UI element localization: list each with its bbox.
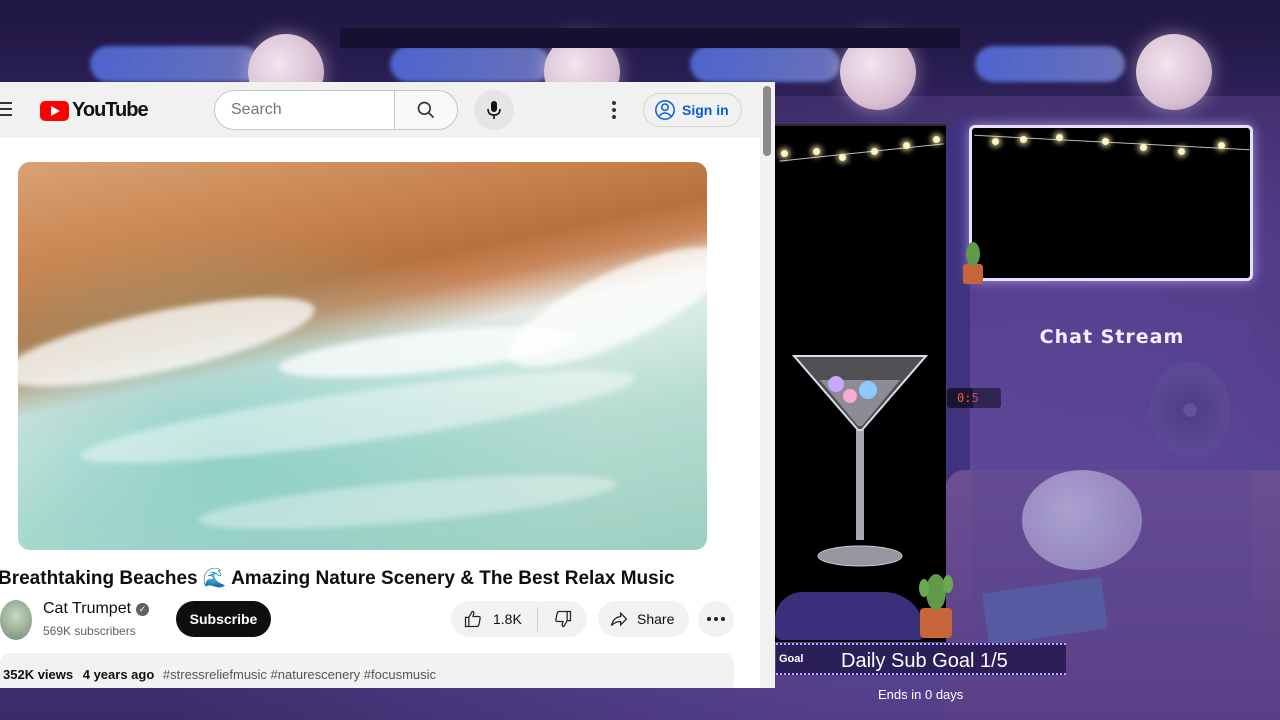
- youtube-window: YouTube Sign in: [0, 82, 775, 688]
- share-label: Share: [637, 611, 675, 627]
- fairy-light: [1140, 144, 1147, 151]
- channel-name: Cat Trumpet: [43, 600, 132, 617]
- subscribe-button[interactable]: Subscribe: [176, 601, 271, 637]
- fairy-light: [1102, 138, 1109, 145]
- youtube-topbar: YouTube Sign in: [0, 82, 760, 138]
- like-button[interactable]: 1.8K: [451, 601, 537, 637]
- channel-avatar[interactable]: [0, 600, 32, 640]
- sleeping-cat: [775, 592, 925, 640]
- goal-ends-text: Ends in 0 days: [878, 687, 964, 702]
- sub-goal-bar: Goal Daily Sub Goal 1/5: [776, 643, 1066, 675]
- verified-check-icon: ✓: [136, 602, 150, 616]
- account-icon: [655, 100, 675, 120]
- fairy-light: [903, 142, 910, 149]
- fairy-light: [781, 150, 788, 157]
- share-arrow-icon: [610, 611, 628, 627]
- hamburger-menu-icon[interactable]: [0, 102, 14, 116]
- fairy-light: [1218, 142, 1225, 149]
- youtube-logo-text: YouTube: [72, 99, 149, 121]
- cloud: [390, 46, 550, 82]
- thumbs-down-icon: [554, 610, 571, 628]
- channel-name-link[interactable]: Cat Trumpet ✓: [43, 600, 150, 618]
- like-dislike-group: 1.8K: [451, 601, 587, 637]
- cactus-plant-icon: [919, 574, 953, 638]
- subscriber-count: 569K subscribers: [43, 624, 136, 638]
- fairy-light: [871, 148, 878, 155]
- fairy-light: [839, 154, 846, 161]
- microphone-icon: [487, 101, 501, 119]
- goal-label: Goal: [779, 653, 804, 665]
- voice-search-button[interactable]: [474, 90, 514, 130]
- chat-stream-panel: Chat Stream: [973, 316, 1251, 646]
- fairy-light: [1178, 148, 1185, 155]
- more-actions-button[interactable]: [698, 601, 734, 637]
- window-frame: [946, 124, 970, 524]
- fairy-light: [813, 148, 820, 155]
- light-string: [779, 143, 944, 162]
- wave-foam: [197, 463, 619, 541]
- cloud: [90, 46, 260, 82]
- wave-foam: [18, 279, 321, 405]
- view-count: 352K views: [3, 667, 74, 682]
- youtube-play-icon: [40, 100, 69, 121]
- moon: [1136, 34, 1212, 110]
- page-scrollbar[interactable]: [760, 82, 775, 688]
- search-icon: [417, 101, 435, 119]
- upload-age: 4 years ago: [82, 667, 155, 682]
- goal-text: Daily Sub Goal 1/5: [841, 650, 1008, 672]
- fairy-light: [1020, 136, 1027, 143]
- share-button[interactable]: Share: [598, 601, 689, 637]
- youtube-logo[interactable]: YouTube: [40, 99, 149, 122]
- fairy-light: [992, 138, 999, 145]
- fairy-light: [933, 136, 940, 143]
- description-box[interactable]: 352K views 4 years ago #stressreliefmusi…: [0, 653, 734, 688]
- video-player[interactable]: [18, 162, 707, 550]
- shelf: [340, 28, 960, 48]
- scrollbar-thumb[interactable]: [763, 86, 771, 156]
- cloud: [690, 46, 840, 82]
- search-input[interactable]: [214, 90, 394, 130]
- fairy-light: [1056, 134, 1063, 141]
- search-button[interactable]: [394, 90, 458, 130]
- dislike-button[interactable]: [538, 601, 587, 637]
- martini-glass-goal-icon: [791, 355, 929, 567]
- settings-more-button[interactable]: [600, 96, 628, 124]
- hashtags[interactable]: #stressreliefmusic #naturescenery #focus…: [163, 667, 436, 682]
- cloud: [975, 46, 1125, 82]
- sign-in-button[interactable]: Sign in: [643, 93, 742, 127]
- wave-foam: [494, 224, 707, 390]
- sign-in-label: Sign in: [682, 102, 729, 118]
- video-title: Breathtaking Beaches 🌊 Amazing Nature Sc…: [0, 568, 675, 589]
- small-cactus-icon: [963, 242, 983, 284]
- chat-stream-title: Chat Stream: [1039, 326, 1185, 348]
- thumbs-up-icon: [464, 610, 481, 628]
- top-camera-frame: [969, 125, 1253, 281]
- light-string: [974, 134, 1250, 151]
- like-count: 1.8K: [493, 611, 522, 627]
